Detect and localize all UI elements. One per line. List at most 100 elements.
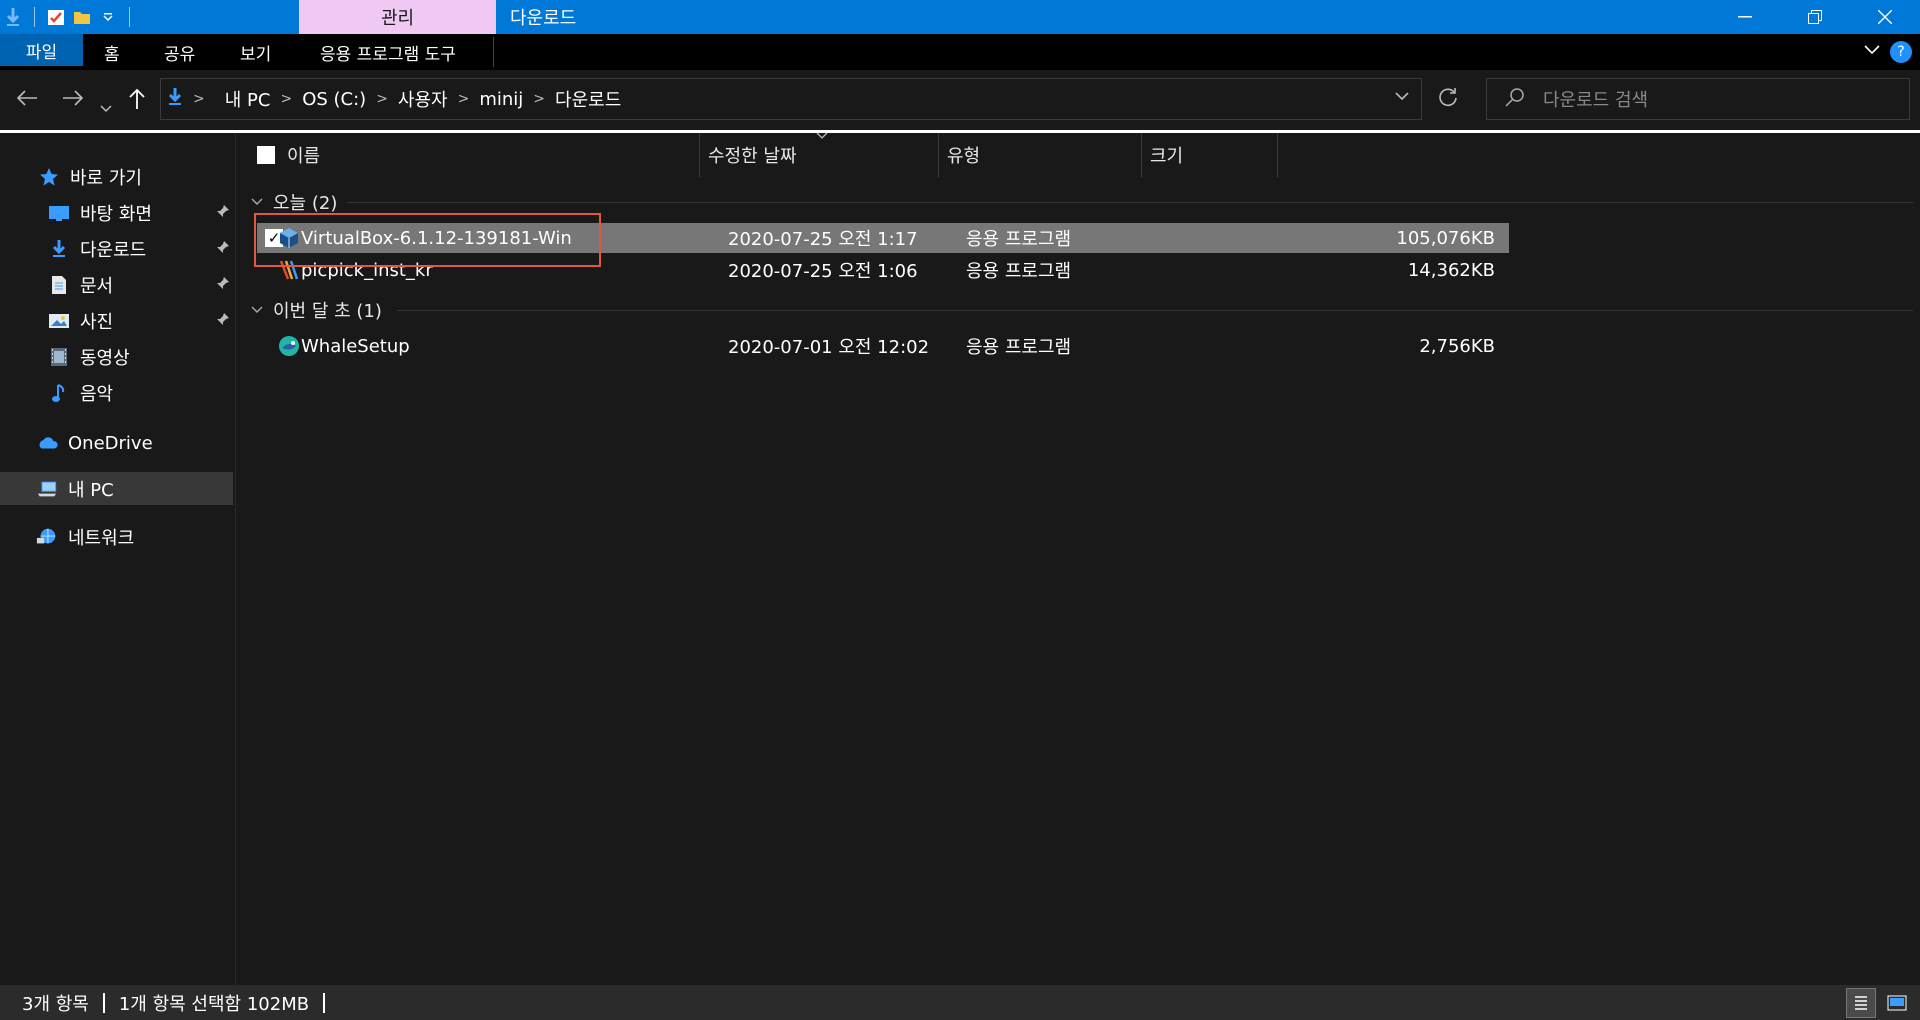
minimize-icon — [1738, 16, 1752, 18]
cloud-icon — [36, 432, 58, 454]
divider — [397, 310, 1913, 311]
nav-label: 음악 — [80, 384, 114, 405]
tab-file[interactable]: 파일 — [0, 34, 83, 66]
search-input[interactable]: 다운로드 검색 — [1486, 78, 1910, 120]
nav-onedrive[interactable]: OneDrive — [36, 425, 153, 461]
tab-home[interactable]: 홈 — [104, 34, 120, 70]
search-placeholder: 다운로드 검색 — [1543, 90, 1649, 111]
pin-icon[interactable] — [216, 276, 230, 294]
group-label: 이번 달 초 (1) — [273, 301, 382, 322]
nav-label: 사진 — [80, 312, 114, 333]
nav-quick-access[interactable]: 바로 가기 — [38, 159, 142, 195]
large-icons-view-icon[interactable] — [1882, 988, 1912, 1018]
nav-item-videos[interactable]: 동영상 — [48, 339, 230, 375]
divider — [129, 7, 130, 27]
refresh-icon[interactable] — [1438, 88, 1458, 114]
tab-manage[interactable]: 관리 — [299, 0, 496, 34]
forward-icon[interactable] — [62, 88, 84, 113]
selection-info: 1개 항목 선택함 102MB — [118, 993, 310, 1015]
breadcrumb-drive-c[interactable]: OS (C:) — [302, 89, 366, 110]
whale-icon — [277, 334, 301, 358]
divider — [102, 992, 105, 1013]
restore-icon — [1808, 10, 1822, 24]
nav-label: 동영상 — [80, 348, 130, 369]
nav-label: 내 PC — [68, 480, 114, 501]
nav-item-pictures[interactable]: 사진 — [48, 303, 230, 339]
navigation-pane: 바로 가기 바탕 화면 다운로드 문서 사진 동영상 음악 OneDrive 내… — [0, 133, 236, 985]
breadcrumb-this-pc[interactable]: 내 PC — [225, 86, 271, 112]
file-row-virtualbox[interactable]: ✓ VirtualBox-6.1.12-139181-Win 2020-07-2… — [257, 223, 1509, 253]
customize-chevron-icon[interactable] — [95, 0, 121, 34]
nav-item-desktop[interactable]: 바탕 화면 — [48, 195, 230, 231]
status-bar: 3개 항목 1개 항목 선택함 102MB — [0, 985, 1920, 1020]
pin-icon[interactable] — [216, 204, 230, 222]
nav-network[interactable]: 네트워크 — [36, 519, 134, 555]
file-date: 2020-07-25 오전 1:17 — [728, 229, 918, 250]
breadcrumb-chevron-icon[interactable]: > — [533, 91, 545, 107]
address-bar[interactable]: > 내 PC > OS (C:) > 사용자 > minij > 다운로드 — [160, 78, 1422, 120]
properties-icon[interactable] — [43, 0, 69, 34]
group-header-earlier-this-month[interactable]: 이번 달 초 (1) — [251, 295, 382, 325]
tab-view[interactable]: 보기 — [240, 34, 271, 70]
nav-label: 문서 — [80, 276, 114, 297]
nav-label: 다운로드 — [80, 240, 147, 261]
file-type: 응용 프로그램 — [966, 261, 1072, 282]
close-button[interactable] — [1850, 0, 1920, 34]
group-header-today[interactable]: 오늘 (2) — [251, 187, 337, 217]
file-name: WhaleSetup — [301, 335, 410, 357]
breadcrumb-users[interactable]: 사용자 — [398, 86, 448, 112]
tab-application-tools[interactable]: 응용 프로그램 도구 — [320, 34, 456, 70]
group-label: 오늘 (2) — [273, 193, 338, 214]
column-type[interactable]: 유형 — [939, 133, 1142, 177]
recent-locations-chevron-icon[interactable] — [100, 94, 112, 119]
picture-icon — [48, 310, 70, 332]
nav-this-pc[interactable]: 내 PC — [36, 471, 114, 507]
help-icon[interactable]: ? — [1890, 41, 1912, 63]
file-size: 105,076KB — [1396, 227, 1495, 249]
divider — [323, 992, 326, 1013]
collapse-chevron-icon[interactable] — [251, 195, 263, 210]
download-icon[interactable] — [0, 0, 26, 34]
tab-share[interactable]: 공유 — [164, 34, 195, 70]
nav-item-documents[interactable]: 문서 — [48, 267, 230, 303]
pin-icon[interactable] — [216, 240, 230, 258]
ribbon-tabs: 파일 홈 공유 보기 응용 프로그램 도구 ? — [0, 34, 1920, 70]
restore-button[interactable] — [1780, 0, 1850, 34]
sort-ascending-icon — [816, 129, 828, 143]
up-icon[interactable] — [128, 88, 146, 116]
details-view-icon[interactable] — [1846, 988, 1876, 1018]
computer-icon — [36, 478, 58, 500]
file-type: 응용 프로그램 — [966, 229, 1072, 250]
breadcrumb-chevron-icon[interactable]: > — [376, 91, 388, 107]
window-title: 다운로드 — [510, 8, 577, 29]
breadcrumb-chevron-icon[interactable]: > — [280, 91, 292, 107]
breadcrumb-downloads[interactable]: 다운로드 — [555, 86, 621, 112]
nav-label: 네트워크 — [68, 528, 135, 549]
nav-item-downloads[interactable]: 다운로드 — [48, 231, 230, 267]
file-size: 2,756KB — [1419, 335, 1495, 357]
file-name: picpick_inst_kr — [301, 259, 433, 281]
virtualbox-icon — [277, 226, 301, 250]
collapse-chevron-icon[interactable] — [251, 303, 263, 318]
new-folder-icon[interactable] — [69, 0, 95, 34]
breadcrumb-minij[interactable]: minij — [479, 89, 523, 110]
address-dropdown-chevron-icon[interactable] — [1395, 89, 1409, 105]
selected-nav-highlight — [0, 472, 233, 505]
back-icon[interactable] — [16, 88, 38, 113]
column-size[interactable]: 크기 — [1142, 133, 1278, 177]
nav-item-music[interactable]: 음악 — [48, 375, 230, 411]
network-icon — [36, 526, 58, 548]
file-row-picpick[interactable]: picpick_inst_kr 2020-07-25 오전 1:06 응용 프로… — [257, 255, 1509, 285]
download-location-icon — [167, 87, 183, 112]
column-name[interactable]: 이름 — [279, 133, 699, 177]
nav-label: OneDrive — [68, 432, 153, 454]
breadcrumb-chevron-icon[interactable]: > — [458, 91, 470, 107]
breadcrumb-chevron-icon[interactable]: > — [193, 91, 205, 107]
file-row-whalesetup[interactable]: WhaleSetup 2020-07-01 오전 12:02 응용 프로그램 2… — [257, 331, 1509, 361]
divider — [34, 7, 35, 27]
select-all-checkbox[interactable] — [257, 146, 275, 164]
pin-icon[interactable] — [216, 312, 230, 330]
minimize-button[interactable] — [1710, 0, 1780, 34]
desktop-icon — [48, 202, 70, 224]
expand-ribbon-chevron-icon[interactable] — [1864, 40, 1880, 59]
